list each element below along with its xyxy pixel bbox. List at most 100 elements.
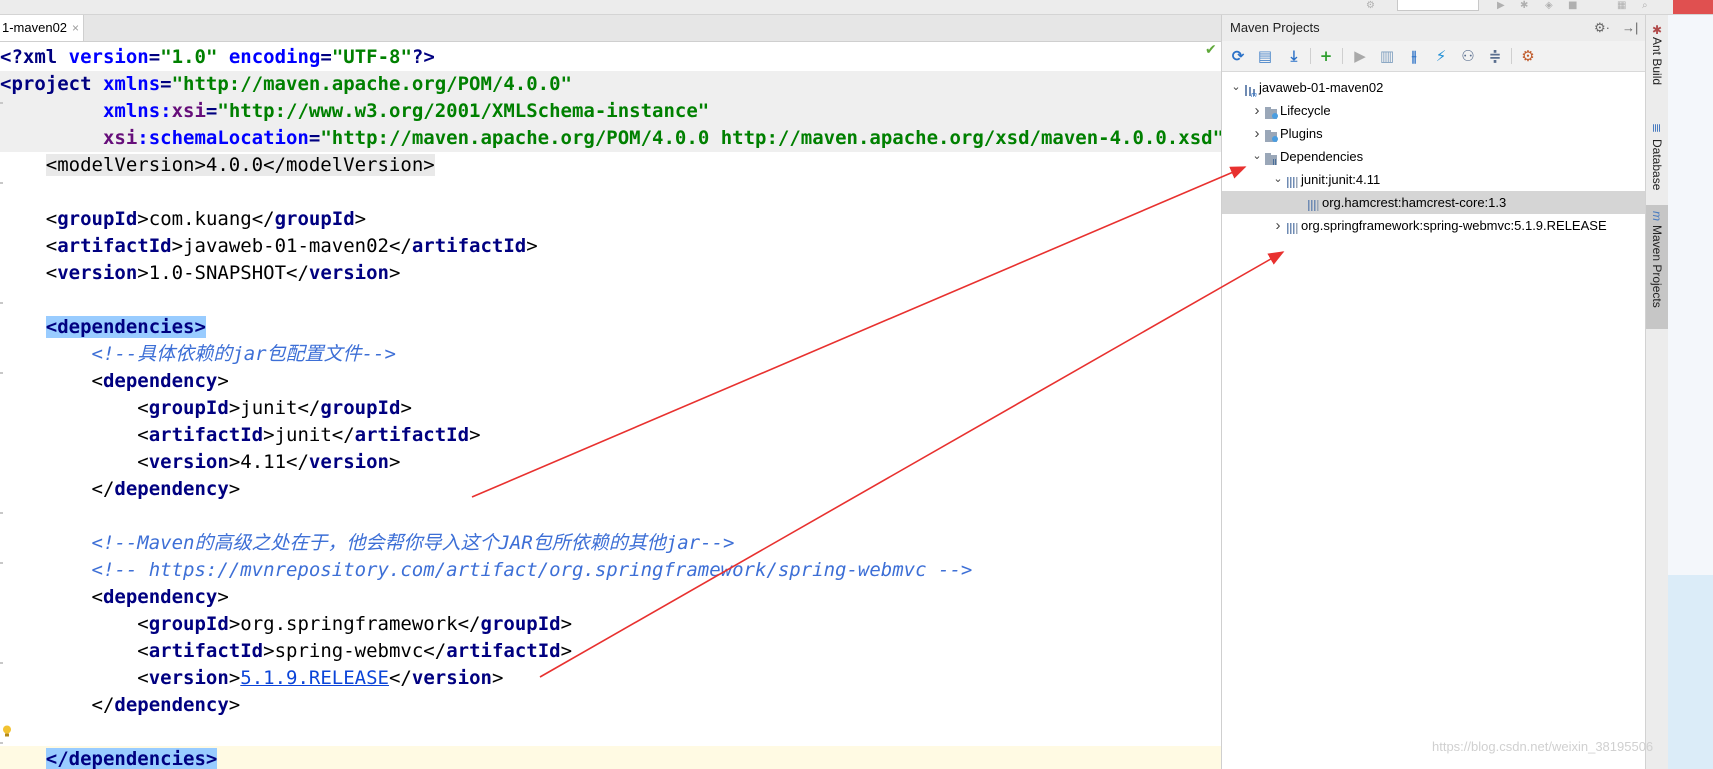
- tool-window-ant-build[interactable]: ✱ Ant Build: [1646, 23, 1668, 113]
- tree-node[interactable]: ⌄ m javaweb-01-maven02: [1222, 76, 1646, 99]
- code-line[interactable]: <groupId>junit</groupId>: [0, 395, 1221, 422]
- chevron-right-icon[interactable]: ›: [1272, 214, 1284, 237]
- code-editor[interactable]: <?xml version="1.0" encoding="UTF-8"?> <p…: [0, 42, 1221, 769]
- gutter-fold-mark: [0, 562, 3, 564]
- gutter-fold-mark: [0, 512, 3, 514]
- code-line[interactable]: <!-- https://mvnrepository.com/artifact/…: [0, 557, 1221, 584]
- run-config-selector[interactable]: [1397, 0, 1479, 11]
- code-token: <: [91, 370, 103, 392]
- code-token: >: [526, 235, 538, 257]
- code-comment: <!--具体依赖的jar包配置文件-->: [91, 343, 396, 365]
- code-token: >: [137, 262, 149, 284]
- code-token: dependency: [114, 478, 229, 500]
- code-line[interactable]: <project xmlns="http://maven.apache.org/…: [0, 71, 1221, 98]
- hide-panel-icon[interactable]: →|: [1622, 15, 1638, 41]
- code-comment: <!--Maven的高级之处在于，他会帮你导入这个JAR包所依赖的其他jar--…: [91, 532, 735, 554]
- toggle-offline-icon[interactable]: ⫲: [1404, 46, 1424, 66]
- code-line[interactable]: <version>5.1.9.RELEASE</version>: [0, 665, 1221, 692]
- code-token: xmlns:: [102, 100, 172, 122]
- maven-toolbar: ⟳ ▤ ⤓ + ▶ ▥ ⫲ ⚡ ⚇ ≑ ⚙: [1222, 41, 1646, 72]
- chevron-right-icon[interactable]: ›: [1251, 122, 1263, 145]
- code-token: xml: [22, 46, 69, 68]
- code-line[interactable]: xmlns:xsi="http://www.w3.org/2001/XMLSch…: [0, 98, 1221, 125]
- code-line[interactable]: <dependencies>: [0, 314, 1221, 341]
- database-icon: ≣: [1650, 123, 1664, 134]
- code-line[interactable]: <version>4.11</version>: [0, 449, 1221, 476]
- editor-tab-pom[interactable]: 1-maven02 ×: [0, 15, 85, 41]
- tool-window-database[interactable]: ≣ Database: [1646, 123, 1668, 203]
- code-token: <project: [0, 73, 103, 95]
- code-line[interactable]: <artifactId>javaweb-01-maven02</artifact…: [0, 233, 1221, 260]
- code-token: =: [148, 46, 161, 68]
- code-line[interactable]: <dependency>: [0, 584, 1221, 611]
- code-line[interactable]: <modelVersion>4.0.0</modelVersion>: [0, 152, 1221, 179]
- tree-node[interactable]: › Plugins: [1222, 122, 1646, 145]
- add-icon[interactable]: +: [1316, 46, 1336, 66]
- show-dependencies-icon[interactable]: ⚇: [1458, 46, 1478, 66]
- generate-sources-icon[interactable]: ▤: [1255, 46, 1275, 66]
- code-token: "UTF-8": [331, 46, 412, 68]
- chevron-down-icon[interactable]: ⌄: [1251, 145, 1263, 168]
- code-line[interactable]: <dependency>: [0, 368, 1221, 395]
- debug-icon[interactable]: ✱: [1520, 0, 1528, 11]
- chevron-right-icon[interactable]: ›: [1251, 99, 1263, 122]
- run-config-icon[interactable]: ⚙: [1366, 0, 1375, 11]
- code-line[interactable]: <groupId>com.kuang</groupId>: [0, 206, 1221, 233]
- code-token: 4.11: [240, 451, 287, 473]
- layout-icon[interactable]: ▦: [1617, 0, 1626, 11]
- skip-tests-icon[interactable]: ⚡: [1431, 46, 1451, 66]
- reimport-icon[interactable]: ⟳: [1228, 46, 1248, 66]
- code-line[interactable]: <artifactId>spring-webmvc</artifactId>: [0, 638, 1221, 665]
- stop-icon[interactable]: ■: [1568, 0, 1577, 11]
- close-icon[interactable]: ×: [72, 21, 79, 35]
- code-token: groupId: [148, 613, 229, 635]
- code-token: "http://www.w3.org/2001/XMLSchema-instan…: [217, 100, 710, 122]
- code-line[interactable]: <version>1.0-SNAPSHOT</version>: [0, 260, 1221, 287]
- code-line[interactable]: xsi:schemaLocation="http://maven.apache.…: [0, 125, 1221, 152]
- run-icon[interactable]: ▶: [1350, 46, 1370, 66]
- lightbulb-icon[interactable]: [2, 725, 12, 738]
- profile-icon[interactable]: ◈: [1545, 0, 1553, 11]
- code-line[interactable]: <artifactId>junit</artifactId>: [0, 422, 1221, 449]
- ant-build-label: Ant Build: [1650, 37, 1664, 86]
- code-token: <modelVersion>4.0.0</modelVersion>: [45, 154, 435, 176]
- code-line[interactable]: [0, 503, 1221, 530]
- run-icon[interactable]: ▶: [1497, 0, 1505, 11]
- code-line[interactable]: <!--Maven的高级之处在于，他会帮你导入这个JAR包所依赖的其他jar--…: [0, 530, 1221, 557]
- tree-node[interactable]: org.hamcrest:hamcrest-core:1.3: [1222, 191, 1646, 214]
- chevron-down-icon[interactable]: ⌄: [1230, 76, 1242, 99]
- code-line[interactable]: </dependency>: [0, 692, 1221, 719]
- collapse-all-icon[interactable]: ≑: [1485, 46, 1505, 66]
- tree-node[interactable]: ⌄ junit:junit:4.11: [1222, 168, 1646, 191]
- chevron-down-icon[interactable]: ⌄: [1272, 168, 1284, 191]
- search-icon[interactable]: ⌕: [1642, 0, 1648, 11]
- code-token: =: [320, 46, 332, 68]
- tree-node[interactable]: › org.springframework:spring-webmvc:5.1.9…: [1222, 214, 1646, 237]
- code-line[interactable]: <!--具体依赖的jar包配置文件-->: [0, 341, 1221, 368]
- maven-panel-header: Maven Projects ⚙· →|: [1222, 15, 1646, 41]
- code-line[interactable]: [0, 287, 1221, 314]
- code-line[interactable]: [0, 719, 1221, 746]
- settings-icon[interactable]: ⚙: [1518, 46, 1538, 66]
- code-token: version: [411, 667, 492, 689]
- settings-icon[interactable]: ⚙·: [1594, 15, 1610, 41]
- code-line[interactable]: </dependencies>: [0, 746, 1221, 769]
- download-icon[interactable]: ⤓: [1284, 46, 1304, 66]
- tree-node[interactable]: ⌄ Dependencies: [1222, 145, 1646, 168]
- tool-window-maven-projects[interactable]: m Maven Projects: [1646, 205, 1668, 329]
- code-token: </: [388, 667, 412, 689]
- code-token: artifactId: [148, 640, 264, 662]
- code-line[interactable]: <groupId>org.springframework</groupId>: [0, 611, 1221, 638]
- maven-panel-title: Maven Projects: [1230, 20, 1320, 35]
- tree-node[interactable]: › Lifecycle: [1222, 99, 1646, 122]
- execute-goal-icon[interactable]: ▥: [1377, 46, 1397, 66]
- code-line[interactable]: <?xml version="1.0" encoding="UTF-8"?>: [0, 44, 1221, 71]
- gutter-fold-mark: [0, 742, 3, 744]
- code-line[interactable]: </dependency>: [0, 476, 1221, 503]
- code-line[interactable]: [0, 179, 1221, 206]
- gutter-fold-mark: [0, 662, 3, 664]
- version-link[interactable]: 5.1.9.RELEASE: [240, 667, 389, 689]
- database-label: Database: [1650, 139, 1664, 191]
